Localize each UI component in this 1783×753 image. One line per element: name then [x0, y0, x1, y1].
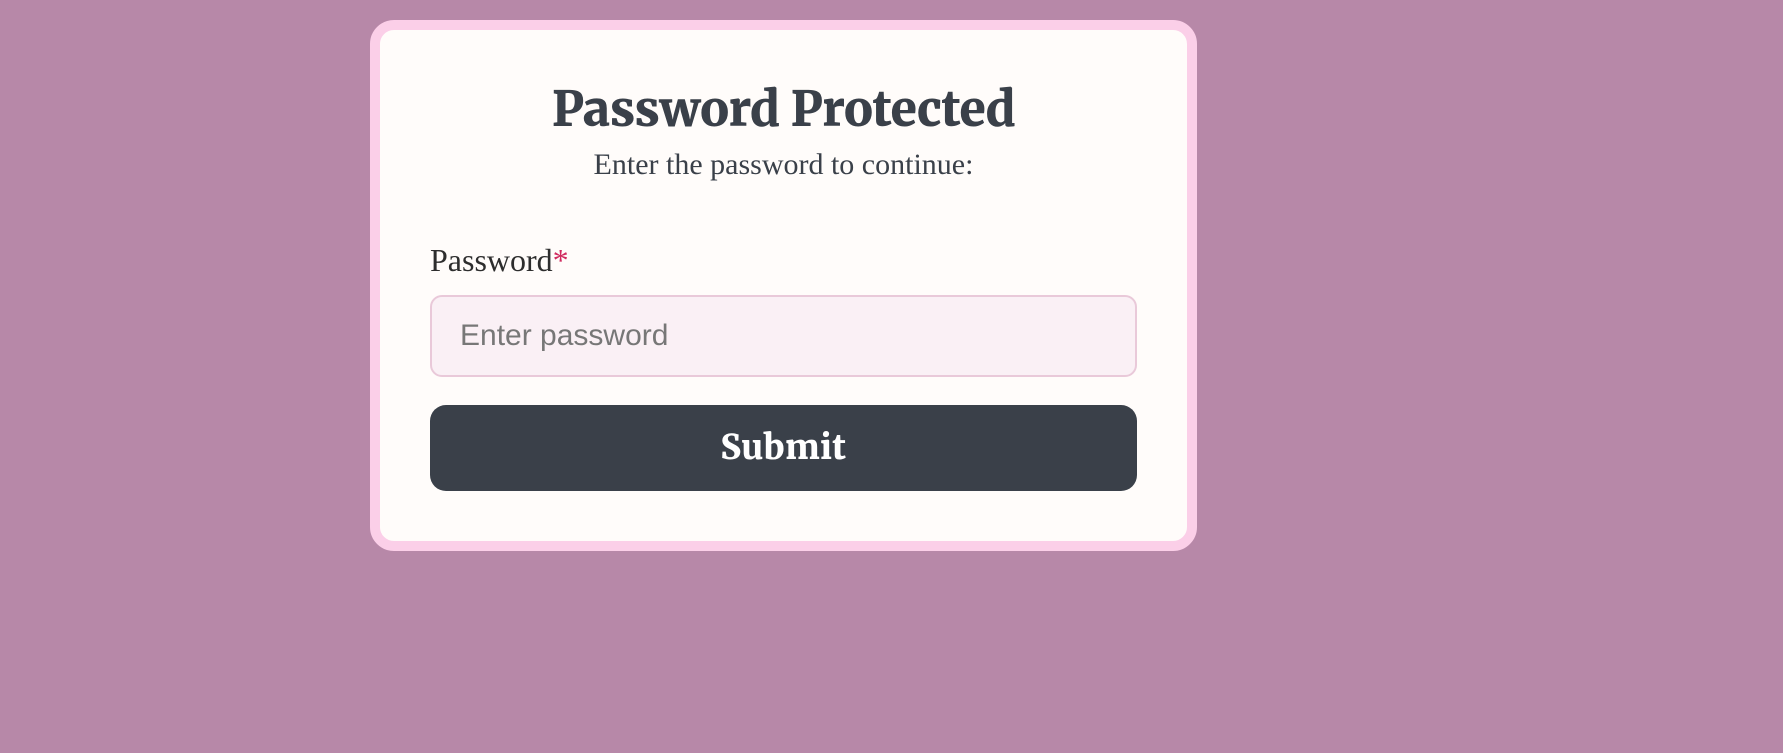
password-label: Password* — [430, 242, 1137, 279]
password-card: Password Protected Enter the password to… — [370, 20, 1197, 551]
submit-button[interactable]: Submit — [430, 405, 1137, 491]
password-label-text: Password — [430, 242, 553, 278]
card-title: Password Protected — [430, 80, 1137, 140]
card-subtitle: Enter the password to continue: — [430, 148, 1137, 182]
card-header: Password Protected Enter the password to… — [430, 80, 1137, 182]
required-asterisk-icon: * — [553, 242, 569, 278]
password-input[interactable] — [430, 295, 1137, 377]
password-form-group: Password* — [430, 242, 1137, 377]
